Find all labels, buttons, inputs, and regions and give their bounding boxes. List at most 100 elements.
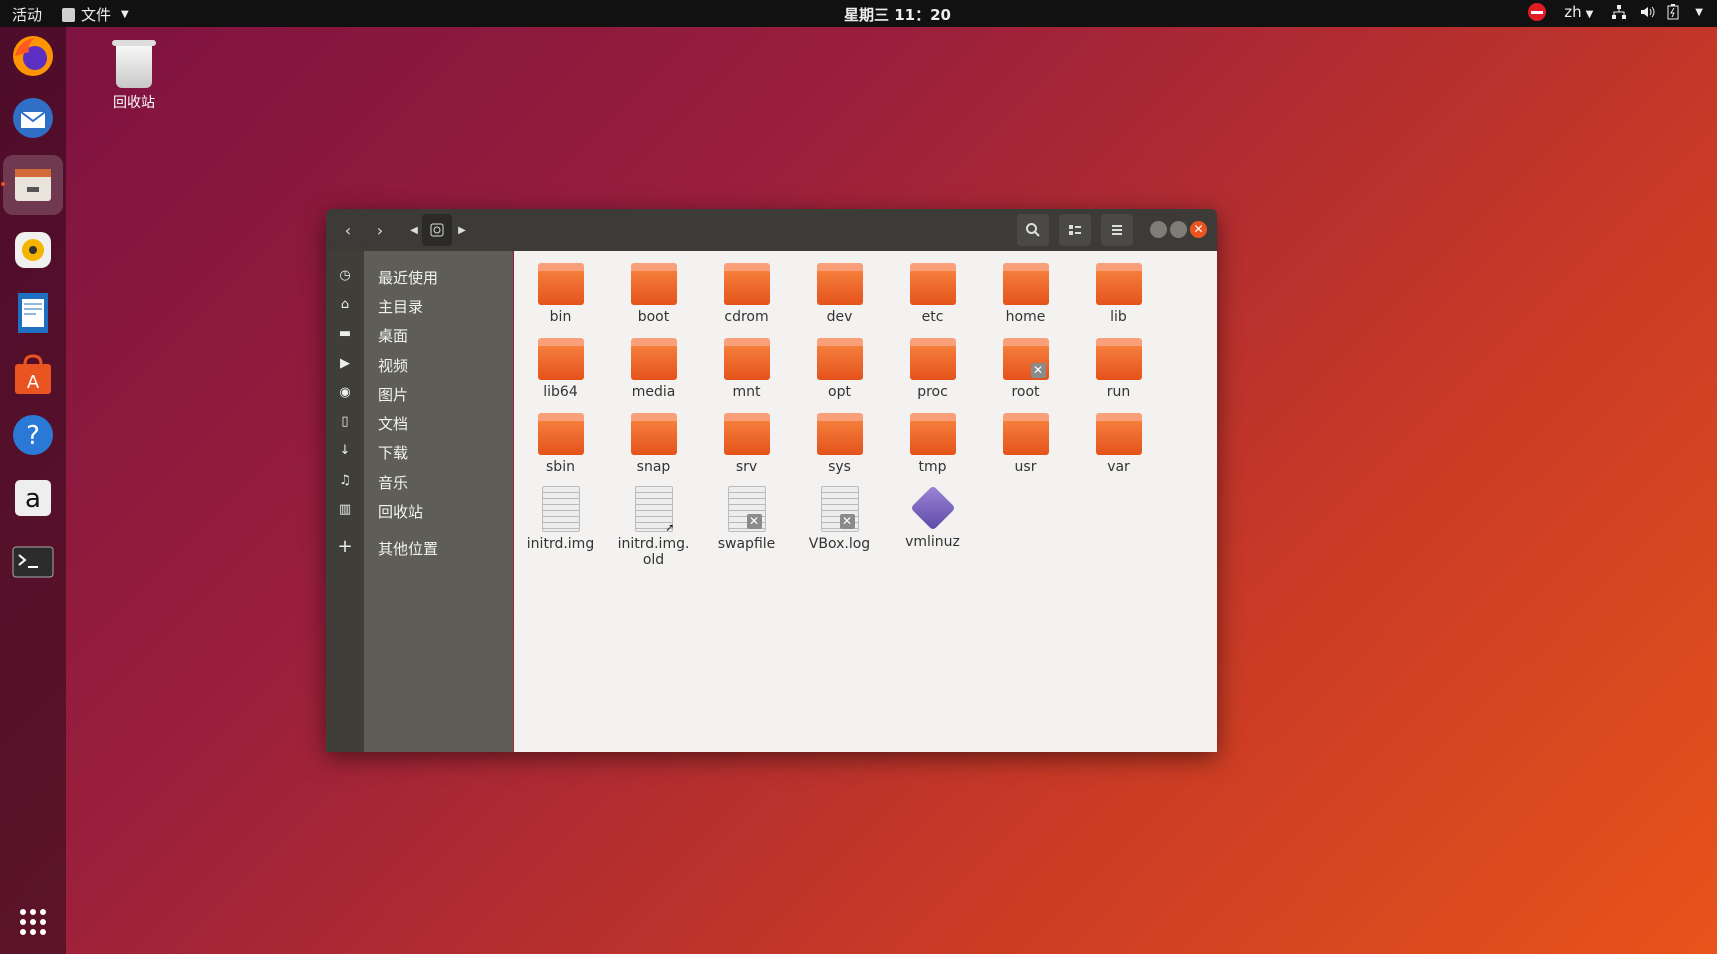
thunderbird-icon[interactable] — [9, 94, 57, 142]
writer-icon[interactable] — [9, 289, 57, 337]
file-item[interactable]: lib — [1072, 261, 1165, 325]
file-item[interactable]: run — [1072, 336, 1165, 400]
download-icon: ↓ — [339, 443, 351, 458]
folder-icon: ✕ — [1002, 338, 1049, 380]
file-item[interactable]: home — [979, 261, 1072, 325]
desktop-trash[interactable]: 回收站 — [104, 40, 164, 112]
file-name: snap — [636, 459, 671, 475]
language-selector[interactable]: zh ▼ — [1564, 3, 1593, 21]
file-item[interactable]: var — [1072, 411, 1165, 475]
rhythmbox-icon[interactable] — [9, 226, 57, 274]
view-toggle-button[interactable] — [1059, 214, 1091, 246]
chevron-down-icon: ▼ — [1585, 9, 1594, 20]
close-button[interactable]: ✕ — [1190, 221, 1207, 238]
sidebar-item-3[interactable]: ▶ 视频 — [326, 349, 513, 381]
file-name: lib — [1110, 309, 1127, 325]
file-item[interactable]: mnt — [700, 336, 793, 400]
camera-icon: ◉ — [339, 385, 351, 400]
forward-button[interactable]: › — [364, 214, 396, 246]
clock[interactable]: 星期三 11：20 — [844, 4, 951, 25]
back-button[interactable]: ‹ — [332, 214, 364, 246]
file-item[interactable]: usr — [979, 411, 1072, 475]
file-item[interactable]: ✕ VBox.log — [793, 486, 886, 552]
file-item[interactable]: snap — [607, 411, 700, 475]
file-name: var — [1107, 459, 1130, 475]
system-tray: zh ▼ ▼ — [1528, 3, 1703, 21]
symlink-icon: ➚ — [665, 521, 675, 534]
sidebar-item-label: 桌面 — [378, 327, 409, 345]
file-name: boot — [637, 309, 670, 325]
activities-button[interactable]: 活动 — [12, 4, 42, 25]
system-menu[interactable]: ▼ — [1611, 4, 1703, 20]
file-item[interactable]: etc — [886, 261, 979, 325]
sidebar-item-7[interactable]: ♫ 音乐 — [326, 466, 513, 498]
path-scroll-left[interactable]: ◀ — [406, 214, 422, 246]
do-not-disturb-icon[interactable] — [1528, 3, 1547, 21]
files-icon[interactable] — [3, 155, 63, 215]
help-icon[interactable]: ? — [9, 411, 57, 459]
file-item[interactable]: ✕ swapfile — [700, 486, 793, 552]
file-name: swapfile — [717, 536, 776, 552]
no-access-icon: ✕ — [1030, 363, 1046, 378]
triangle-left-icon: ◀ — [410, 224, 418, 236]
triangle-right-icon: ▶ — [458, 224, 466, 236]
file-item[interactable]: bin — [514, 261, 607, 325]
file-item[interactable]: tmp — [886, 411, 979, 475]
folder-icon — [723, 263, 770, 305]
file-item[interactable]: vmlinuz — [886, 485, 979, 550]
folder-icon — [1095, 413, 1142, 455]
file-name: usr — [1014, 459, 1037, 475]
maximize-button[interactable] — [1170, 221, 1187, 238]
file-item[interactable]: lib64 — [514, 336, 607, 400]
minimize-button[interactable] — [1150, 221, 1167, 238]
search-button[interactable] — [1017, 214, 1049, 246]
folder-icon — [1002, 413, 1049, 455]
file-item[interactable]: ➚ initrd.img. old — [607, 486, 700, 568]
path-scroll-right[interactable]: ▶ — [454, 214, 470, 246]
file-item[interactable]: ✕ root — [979, 336, 1072, 400]
sidebar-item-label: 主目录 — [378, 298, 424, 316]
terminal-icon[interactable] — [9, 537, 57, 585]
file-item[interactable]: dev — [793, 261, 886, 325]
file-item[interactable]: sys — [793, 411, 886, 475]
sidebar-item-0[interactable]: ◷ 最近使用 — [326, 261, 513, 293]
folder-icon — [630, 338, 677, 380]
files-window: ‹ › ◀ ▶ ✕ ◷ 最近使用 ⌂ 主目录 ▬ 桌面 ▶ 视频 ◉ 图片 ▯ 文档 ↓ 下载 ♫ 音乐 ▥ 回收… — [326, 209, 1217, 752]
file-item[interactable]: proc — [886, 336, 979, 400]
sidebar-item-9[interactable]: + 其他位置 — [326, 532, 513, 564]
volume-icon — [1641, 6, 1655, 18]
chevron-left-icon: ‹ — [344, 220, 352, 240]
file-item[interactable]: sbin — [514, 411, 607, 475]
home-icon: ⌂ — [340, 297, 350, 312]
file-name: initrd.img. old — [617, 536, 690, 568]
file-item[interactable]: cdrom — [700, 261, 793, 325]
no-access-icon: ✕ — [839, 514, 855, 529]
file-item[interactable]: opt — [793, 336, 886, 400]
firefox-icon[interactable] — [9, 32, 57, 80]
file-name: vmlinuz — [905, 534, 960, 550]
folder-icon — [723, 413, 770, 455]
sidebar-item-8[interactable]: ▥ 回收站 — [326, 495, 513, 527]
sidebar-item-2[interactable]: ▬ 桌面 — [326, 319, 513, 351]
sidebar-item-4[interactable]: ◉ 图片 — [326, 378, 513, 410]
file-item[interactable]: srv — [700, 411, 793, 475]
sidebar-item-1[interactable]: ⌂ 主目录 — [326, 290, 513, 322]
root-path-button[interactable] — [422, 214, 452, 246]
app-menu[interactable]: 文件 ▼ — [62, 4, 129, 25]
no-access-icon: ✕ — [746, 514, 762, 529]
file-name: run — [1106, 384, 1131, 400]
file-item[interactable]: boot — [607, 261, 700, 325]
file-name: dev — [826, 309, 853, 325]
file-item[interactable]: media — [607, 336, 700, 400]
sidebar-item-6[interactable]: ↓ 下载 — [326, 436, 513, 468]
sidebar-item-label: 其他位置 — [378, 540, 439, 558]
sidebar-item-5[interactable]: ▯ 文档 — [326, 407, 513, 439]
amazon-icon[interactable]: a — [9, 474, 57, 522]
menu-button[interactable] — [1101, 214, 1133, 246]
sidebar-item-label: 最近使用 — [378, 269, 439, 287]
sidebar-item-label: 文档 — [378, 415, 409, 433]
file-item[interactable]: initrd.img — [514, 486, 607, 552]
software-icon[interactable]: A — [9, 350, 57, 398]
app-grid-icon[interactable] — [9, 898, 57, 946]
folder-icon — [630, 413, 677, 455]
